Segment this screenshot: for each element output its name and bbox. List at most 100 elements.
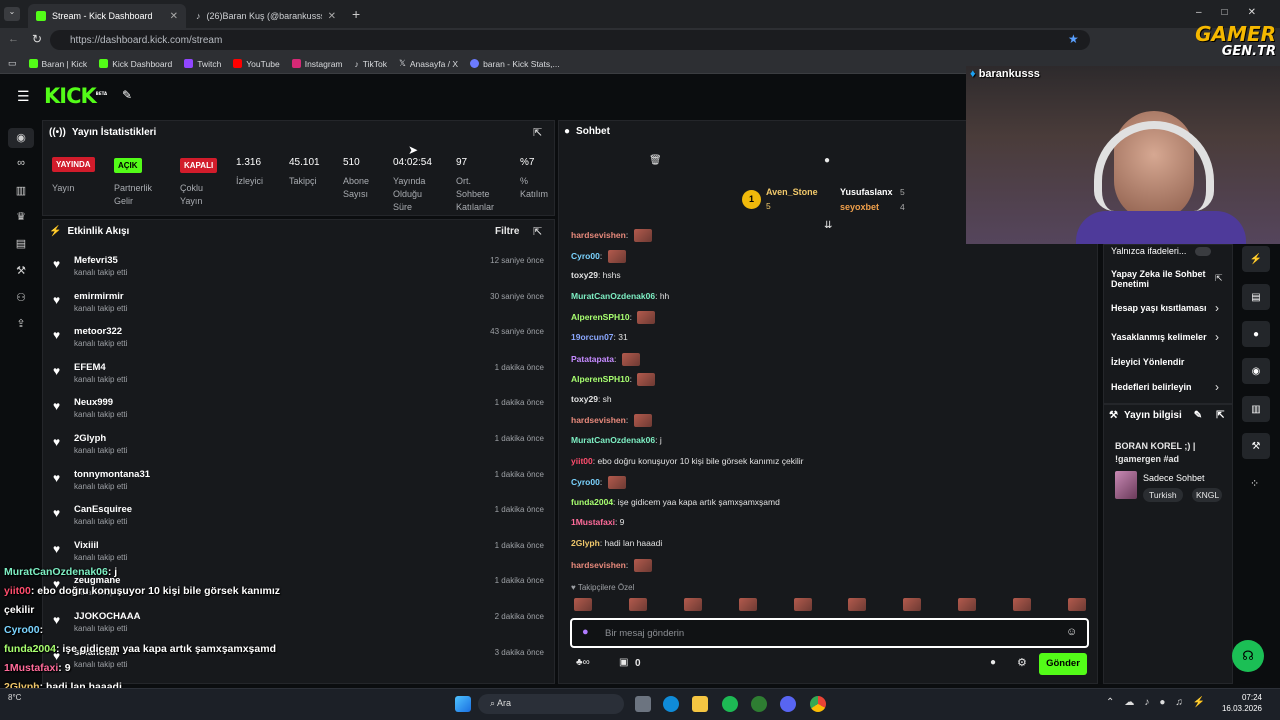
- activity-username[interactable]: emirmirmir: [74, 291, 124, 302]
- upload-icon[interactable]: ⇪: [14, 317, 28, 331]
- activity-username[interactable]: 2Glyph: [74, 433, 106, 444]
- star-icon[interactable]: ★: [1068, 32, 1079, 46]
- points-icon[interactable]: ♣∞: [576, 657, 590, 668]
- tab-list-icon[interactable]: ⌄: [4, 7, 20, 21]
- chat-username[interactable]: Cyro00: [571, 477, 600, 487]
- discord-icon[interactable]: [780, 696, 796, 712]
- bookmark-instagram[interactable]: Instagram: [291, 59, 343, 69]
- chat-username[interactable]: 1Mustafaxi: [571, 517, 615, 527]
- users-icon[interactable]: ⚇: [14, 291, 28, 305]
- chat-username[interactable]: AlperenSPH10: [571, 312, 630, 322]
- chat-username[interactable]: toxy29: [571, 394, 598, 404]
- bookmark-x[interactable]: 𝕏 Anasayfa / X: [399, 58, 458, 69]
- goals-setting[interactable]: Hedefleri belirleyin: [1111, 382, 1192, 392]
- quick-action-chat-icon[interactable]: ●: [1242, 321, 1270, 347]
- microphone-icon[interactable]: ●: [582, 626, 589, 638]
- system-tray-icons[interactable]: ⌃☁♪●♫⚡: [1106, 697, 1215, 708]
- pin-icon[interactable]: ⇊: [824, 220, 832, 231]
- tag-turkish[interactable]: Turkish: [1143, 488, 1183, 502]
- ai-moderation-link[interactable]: Yapay Zeka ile Sohbet Denetimi: [1111, 269, 1211, 289]
- chevron-right-icon[interactable]: ›: [1215, 301, 1219, 315]
- wrench-icon[interactable]: ⚒: [14, 264, 28, 278]
- task-view-icon[interactable]: [635, 696, 651, 712]
- bookmark-apps-icon[interactable]: ▭: [8, 58, 17, 69]
- reload-icon[interactable]: ↻: [32, 32, 42, 46]
- quick-action-notes-icon[interactable]: ▤: [1242, 284, 1270, 310]
- support-icon[interactable]: ☊: [1232, 640, 1264, 672]
- gift-icon[interactable]: ▣: [619, 657, 628, 668]
- account-age-setting[interactable]: Hesap yaşı kısıtlaması: [1111, 303, 1207, 313]
- menu-icon[interactable]: ☰: [17, 88, 30, 105]
- windows-start-icon[interactable]: [455, 696, 471, 712]
- chat-username[interactable]: MuratCanOzdenak06: [571, 435, 655, 445]
- activity-row[interactable]: ♥ Mefevri35 kanalı takip etti 12 saniye önc…: [50, 255, 550, 290]
- chevron-right-icon[interactable]: ›: [1215, 380, 1219, 394]
- activity-row[interactable]: ♥ metoor322 kanalı takip etti 43 saniye önc…: [50, 326, 550, 361]
- activity-username[interactable]: EFEM4: [74, 362, 106, 373]
- chart-icon[interactable]: ▥: [14, 184, 28, 198]
- chat-username[interactable]: Cyro00: [571, 250, 600, 260]
- activity-row[interactable]: ♥ CanEsquiree kanalı takip etti 1 dakika ön…: [50, 504, 550, 539]
- chat-username[interactable]: hardsevishen: [571, 415, 626, 425]
- chat-settings-icon[interactable]: ●: [990, 657, 996, 668]
- video-icon[interactable]: ▤: [14, 237, 28, 251]
- bookmark-kick-dashboard[interactable]: Kick Dashboard: [99, 59, 172, 69]
- activity-row[interactable]: ♥ Vixiiil kanalı takip etti 1 dakika önce: [50, 540, 550, 575]
- expand-icon[interactable]: ⇱: [533, 225, 542, 238]
- external-link-icon[interactable]: ⇱: [1215, 273, 1223, 284]
- quick-action-broadcast-icon[interactable]: ◉: [1242, 358, 1270, 384]
- activity-row[interactable]: ♥ JJOKOCHAAA kanalı takip etti 2 dakika önc…: [50, 611, 550, 646]
- activity-username[interactable]: Neux999: [74, 397, 113, 408]
- chat-username[interactable]: hardsevishen: [571, 559, 626, 569]
- send-button[interactable]: Gönder: [1039, 653, 1087, 675]
- trophy-icon[interactable]: ♛: [14, 210, 28, 224]
- close-icon[interactable]: ✕: [328, 11, 336, 22]
- message-icon[interactable]: ●: [824, 155, 830, 166]
- activity-username[interactable]: metoor322: [74, 326, 122, 337]
- tab-kick-dashboard[interactable]: Stream - Kick Dashboard ✕: [28, 4, 186, 28]
- bookmark-kick[interactable]: Baran | Kick: [28, 59, 87, 69]
- bookmark-tiktok[interactable]: ♪ TikTok: [355, 59, 388, 69]
- toggle-switch[interactable]: [1194, 247, 1211, 257]
- activity-username[interactable]: JJOKOCHAAA: [74, 611, 141, 622]
- quick-action-layout-icon[interactable]: ▥: [1242, 396, 1270, 422]
- chat-username[interactable]: 19orcun07: [571, 332, 614, 342]
- chat-username[interactable]: MuratCanOzdenak06: [571, 291, 655, 301]
- close-icon[interactable]: ✕: [170, 11, 178, 22]
- trash-icon[interactable]: 🗑: [649, 155, 662, 166]
- chevron-right-icon[interactable]: ›: [1215, 330, 1219, 344]
- weather-widget[interactable]: 8°C: [8, 693, 21, 702]
- emoji-icon[interactable]: ☺: [1066, 626, 1077, 638]
- emotes-only-toggle[interactable]: Yalnızca ifadeleri...: [1111, 246, 1211, 257]
- app-icon[interactable]: [751, 696, 767, 712]
- quick-action-more-icon[interactable]: ⁘: [1250, 477, 1259, 490]
- activity-row[interactable]: ♥ 2Glyph kanalı takip etti 1 dakika önce: [50, 433, 550, 468]
- quick-action-wrench-icon[interactable]: ⚒: [1242, 433, 1270, 459]
- tab-tiktok[interactable]: ♪ (26)Baran Kuş (@barankusss) | Tik ✕: [188, 4, 344, 28]
- emote-bar[interactable]: [574, 598, 1086, 612]
- expand-icon[interactable]: ⇱: [1216, 410, 1224, 421]
- filter-button[interactable]: Filtre: [495, 226, 519, 237]
- clock[interactable]: 07:24 16.03.2026: [1218, 692, 1262, 714]
- taskbar-search[interactable]: ⌕ Ara: [478, 694, 624, 714]
- file-explorer-icon[interactable]: [692, 696, 708, 712]
- chat-username[interactable]: funda2004: [571, 497, 613, 507]
- gear-icon[interactable]: ⚙: [1017, 656, 1027, 669]
- chat-username[interactable]: hardsevishen: [571, 230, 626, 240]
- tools-icon[interactable]: ✎: [122, 88, 132, 102]
- chat-username[interactable]: 2Glyph: [571, 538, 600, 548]
- window-controls[interactable]: –□✕: [1196, 7, 1276, 18]
- chrome-icon[interactable]: [810, 696, 826, 712]
- leader-name[interactable]: seyoxbet: [840, 202, 879, 212]
- tag-kngl[interactable]: KNGL: [1192, 488, 1222, 502]
- edit-icon[interactable]: ✎: [1194, 410, 1202, 421]
- new-tab-icon[interactable]: +: [352, 6, 360, 22]
- url-field[interactable]: https://dashboard.kick.com/stream: [50, 30, 1090, 50]
- back-icon[interactable]: ←: [8, 33, 19, 45]
- quick-action-bolt-icon[interactable]: ⚡: [1242, 246, 1270, 272]
- raid-setting[interactable]: İzleyici Yönlendir: [1111, 357, 1184, 367]
- category-name[interactable]: Sadece Sohbet: [1143, 473, 1205, 483]
- banned-words-setting[interactable]: Yasaklanmış kelimeler: [1111, 332, 1207, 342]
- broadcast-icon[interactable]: ◉: [14, 131, 28, 145]
- bookmark-youtube[interactable]: YouTube: [233, 59, 280, 69]
